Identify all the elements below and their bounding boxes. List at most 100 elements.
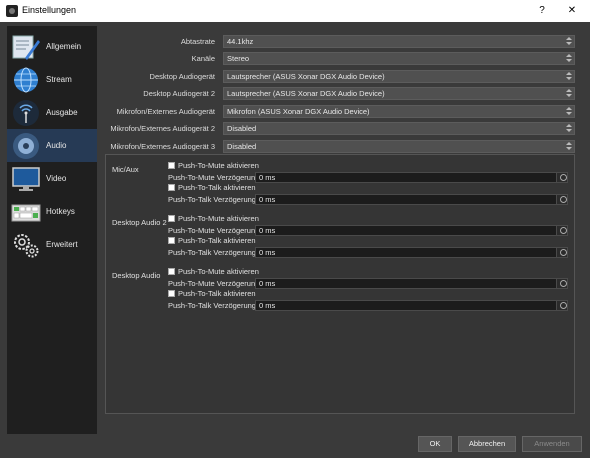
help-button[interactable]: ? — [530, 2, 554, 20]
checkbox-label: Push-To-Mute aktivieren — [178, 214, 259, 223]
ptt-delay-label: Push-To-Talk Verzögerung — [168, 301, 256, 310]
ptm-delay-label: Push-To-Mute Verzögerung — [168, 173, 260, 182]
spinbox-value: 0 ms — [259, 279, 276, 288]
push-to-mute-checkbox[interactable]: Push-To-Mute aktivieren — [168, 161, 259, 170]
sidebar-item-label: Ausgabe — [46, 108, 78, 117]
sidebar-item-label: Stream — [46, 75, 72, 84]
stream-globe-icon — [14, 67, 38, 93]
ptt-delay-label: Push-To-Talk Verzögerung — [168, 248, 256, 257]
sidebar-item-label: Allgemein — [46, 42, 82, 51]
select-arrows-icon — [565, 142, 573, 151]
select-value: Disabled — [227, 142, 257, 151]
select-arrows-icon — [565, 89, 573, 98]
obs-app-icon — [6, 5, 18, 17]
push-to-talk-checkbox[interactable]: Push-To-Talk aktivieren — [168, 183, 256, 192]
spinbox-value: 0 ms — [259, 226, 276, 235]
checkbox-box — [168, 215, 175, 222]
sidebar-item-ausgabe[interactable]: Ausgabe — [7, 96, 97, 129]
advanced-gears-icon — [14, 234, 39, 258]
spinbox-value: 0 ms — [259, 195, 276, 204]
checkbox-box — [168, 237, 175, 244]
checkbox-label: Push-To-Mute aktivieren — [178, 161, 259, 170]
sidebar-item-label: Hotkeys — [46, 207, 75, 216]
title-bar: Einstellungen ? ✕ — [0, 0, 590, 22]
spin-arrows-icon[interactable] — [556, 173, 567, 182]
spin-arrows-icon[interactable] — [556, 226, 567, 235]
checkbox-box — [168, 162, 175, 169]
select-arrows-icon — [565, 124, 573, 133]
ptm-delay-label: Push-To-Mute Verzögerung — [168, 226, 260, 235]
select-arrows-icon — [565, 72, 573, 81]
sidebar-item-allgemein[interactable]: Allgemein — [7, 30, 97, 63]
checkbox-box — [168, 268, 175, 275]
settings-window: Allgemein Stream Ausgabe Audio Video Hot… — [0, 22, 590, 458]
device-name: Mic/Aux — [112, 165, 139, 174]
spin-arrows-icon[interactable] — [556, 248, 567, 257]
apply-button[interactable]: Anwenden — [522, 436, 582, 452]
checkbox-label: Push-To-Talk aktivieren — [178, 289, 256, 298]
sidebar-item-label: Video — [46, 174, 67, 183]
sidebar-item-erweitert[interactable]: Erweitert — [7, 228, 97, 261]
ptt-delay-spinbox[interactable]: 0 ms — [255, 300, 568, 311]
sidebar-item-hotkeys[interactable]: Hotkeys — [7, 195, 97, 228]
checkbox-label: Push-To-Talk aktivieren — [178, 236, 256, 245]
settings-sidebar: Allgemein Stream Ausgabe Audio Video Hot… — [7, 26, 97, 434]
output-broadcast-icon — [13, 100, 39, 126]
ok-button[interactable]: OK — [418, 436, 452, 452]
ptm-delay-spinbox[interactable]: 0 ms — [255, 278, 568, 289]
push-to-talk-checkbox[interactable]: Push-To-Talk aktivieren — [168, 289, 256, 298]
select-value: Stereo — [227, 54, 250, 63]
sample-rate-select[interactable]: 44.1khz — [223, 35, 575, 48]
ptm-delay-label: Push-To-Mute Verzögerung — [168, 279, 260, 288]
window-title: Einstellungen — [22, 5, 77, 15]
push-to-talk-checkbox[interactable]: Push-To-Talk aktivieren — [168, 236, 256, 245]
sidebar-item-label: Erweitert — [46, 240, 78, 249]
select-value: Lautsprecher (ASUS Xonar DGX Audio Devic… — [227, 72, 385, 81]
checkbox-label: Push-To-Mute aktivieren — [178, 267, 259, 276]
spinbox-value: 0 ms — [259, 173, 276, 182]
checkbox-box — [168, 184, 175, 191]
sidebar-item-label: Audio — [46, 141, 67, 150]
spin-arrows-icon[interactable] — [556, 279, 567, 288]
close-button[interactable]: ✕ — [560, 2, 584, 20]
hotkeys-keyboard-icon — [11, 204, 41, 222]
mic-device-select[interactable]: Mikrofon (ASUS Xonar DGX Audio Device) — [223, 105, 575, 118]
desktop-audio-device-select[interactable]: Lautsprecher (ASUS Xonar DGX Audio Devic… — [223, 70, 575, 83]
setting-label: Abtastrate — [180, 37, 215, 46]
desktop-audio-device-2-select[interactable]: Lautsprecher (ASUS Xonar DGX Audio Devic… — [223, 87, 575, 100]
spin-arrows-icon[interactable] — [556, 195, 567, 204]
setting-label: Kanäle — [191, 54, 215, 63]
sidebar-item-audio[interactable]: Audio — [7, 129, 97, 162]
ptm-delay-spinbox[interactable]: 0 ms — [255, 172, 568, 183]
general-settings-icon — [12, 35, 40, 60]
video-monitor-icon — [12, 167, 40, 191]
device-name: Desktop Audio 2 — [112, 218, 167, 227]
select-value: Disabled — [227, 124, 257, 133]
ptt-delay-spinbox[interactable]: 0 ms — [255, 247, 568, 258]
sidebar-item-video[interactable]: Video — [7, 162, 97, 195]
select-value: 44.1khz — [227, 37, 254, 46]
ptt-delay-label: Push-To-Talk Verzögerung — [168, 195, 256, 204]
device-name: Desktop Audio — [112, 271, 161, 280]
select-value: Lautsprecher (ASUS Xonar DGX Audio Devic… — [227, 89, 385, 98]
push-to-mute-checkbox[interactable]: Push-To-Mute aktivieren — [168, 267, 259, 276]
spinbox-value: 0 ms — [259, 301, 276, 310]
mic-device-2-select[interactable]: Disabled — [223, 122, 575, 135]
ptm-delay-spinbox[interactable]: 0 ms — [255, 225, 568, 236]
audio-speaker-icon — [13, 133, 39, 159]
ptt-delay-spinbox[interactable]: 0 ms — [255, 194, 568, 205]
spin-arrows-icon[interactable] — [556, 301, 567, 310]
channels-select[interactable]: Stereo — [223, 52, 575, 65]
select-arrows-icon — [565, 37, 573, 46]
select-arrows-icon — [565, 54, 573, 63]
setting-label: Desktop Audiogerät 2 — [143, 89, 215, 98]
select-arrows-icon — [565, 107, 573, 116]
setting-label: Mikrofon/Externes Audiogerät 2 — [110, 124, 215, 133]
mic-device-3-select[interactable]: Disabled — [223, 140, 575, 153]
setting-label: Mikrofon/Externes Audiogerät 3 — [110, 142, 215, 151]
sidebar-item-stream[interactable]: Stream — [7, 63, 97, 96]
checkbox-box — [168, 290, 175, 297]
setting-label: Desktop Audiogerät — [149, 72, 215, 81]
push-to-mute-checkbox[interactable]: Push-To-Mute aktivieren — [168, 214, 259, 223]
cancel-button[interactable]: Abbrechen — [458, 436, 516, 452]
